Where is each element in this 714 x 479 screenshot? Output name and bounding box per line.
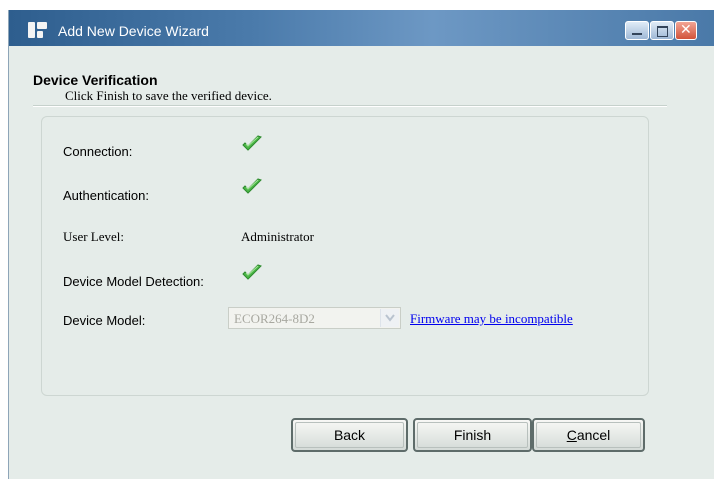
chevron-down-icon bbox=[385, 314, 395, 322]
cancel-label-rest: ancel bbox=[576, 427, 611, 443]
maximize-button[interactable] bbox=[650, 21, 674, 40]
finish-button[interactable]: Finish bbox=[413, 418, 532, 452]
minimize-icon bbox=[632, 33, 642, 35]
device-model-selected: ECOR264-8D2 bbox=[234, 311, 315, 326]
cancel-button[interactable]: Cancel bbox=[532, 418, 645, 452]
maximize-icon bbox=[657, 26, 668, 37]
app-logo-icon bbox=[28, 22, 47, 38]
firmware-incompatible-link[interactable]: Firmware may be incompatible bbox=[410, 311, 573, 327]
minimize-button[interactable] bbox=[625, 21, 649, 40]
close-icon: ✕ bbox=[680, 22, 692, 38]
header-divider-highlight bbox=[33, 106, 667, 107]
wizard-window: Add New Device Wizard ✕ Device Verificat… bbox=[8, 10, 714, 479]
dropdown-arrow-button[interactable] bbox=[380, 309, 399, 327]
title-bar[interactable]: Add New Device Wizard ✕ bbox=[9, 10, 714, 46]
connection-check-icon bbox=[242, 135, 262, 151]
user-level-label: User Level: bbox=[63, 229, 125, 244]
user-level-value: Administrator bbox=[241, 229, 314, 244]
back-button-label: Back bbox=[333, 427, 366, 443]
page-title: Device Verification bbox=[33, 72, 158, 88]
model-detection-check-icon bbox=[242, 264, 262, 280]
cancel-button-label: Cancel bbox=[567, 427, 611, 443]
cancel-mnemonic: C bbox=[566, 427, 577, 443]
page-subtitle: Click Finish to save the verified device… bbox=[65, 88, 272, 103]
finish-button-label: Finish bbox=[453, 427, 492, 443]
close-button[interactable]: ✕ bbox=[675, 21, 697, 40]
window-title: Add New Device Wizard bbox=[58, 23, 209, 39]
model-detection-label: Device Model Detection: bbox=[63, 274, 204, 289]
authentication-check-icon bbox=[242, 178, 262, 194]
back-button[interactable]: Back bbox=[291, 418, 408, 452]
wizard-header: Device Verification Click Finish to save… bbox=[9, 46, 714, 107]
connection-label: Connection: bbox=[63, 144, 133, 159]
authentication-label: Authentication: bbox=[63, 188, 150, 203]
device-model-label: Device Model: bbox=[63, 313, 146, 328]
device-model-select[interactable]: ECOR264-8D2 bbox=[228, 307, 401, 329]
